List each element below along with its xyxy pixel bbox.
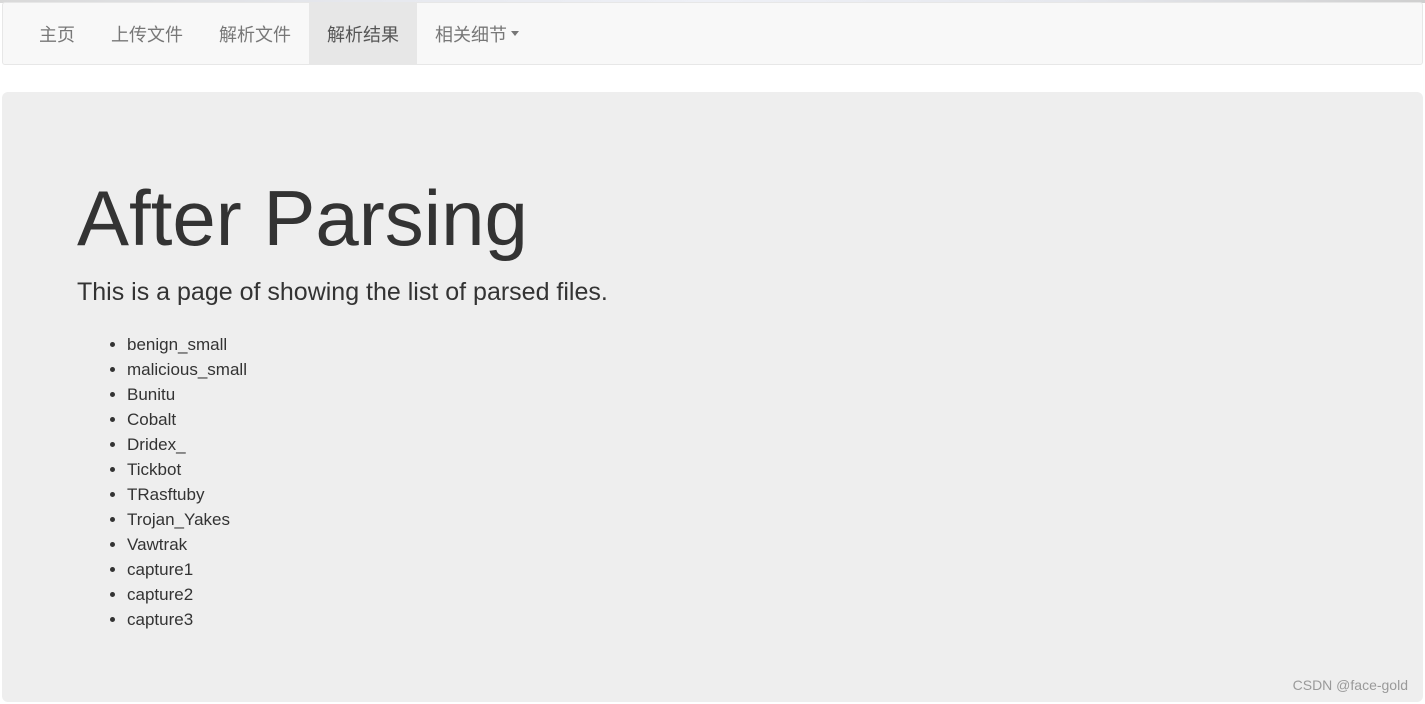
nav-item-home[interactable]: 主页 (21, 3, 93, 64)
jumbotron: After Parsing This is a page of showing … (2, 92, 1423, 702)
list-item: Tickbot (127, 457, 247, 482)
nav-item-results[interactable]: 解析结果 (309, 3, 417, 64)
top-navbar: 主页 上传文件 解析文件 解析结果 相关细节 (2, 2, 1423, 65)
list-item: Trojan_Yakes (127, 507, 247, 532)
list-item: Bunitu (127, 382, 247, 407)
list-item: malicious_small (127, 357, 247, 382)
watermark: CSDN @face-gold (1292, 677, 1408, 693)
nav-item-label: 上传文件 (111, 24, 183, 46)
nav-item-label: 解析文件 (219, 24, 291, 46)
page-lead: This is a page of showing the list of pa… (77, 278, 608, 306)
nav-item-details-dropdown[interactable]: 相关细节 (417, 3, 537, 64)
nav-item-label: 解析结果 (327, 24, 399, 46)
list-item: Dridex_ (127, 432, 247, 457)
list-item: capture1 (127, 557, 247, 582)
list-item: Vawtrak (127, 532, 247, 557)
nav-menu: 主页 上传文件 解析文件 解析结果 相关细节 (3, 3, 1422, 64)
nav-item-parse[interactable]: 解析文件 (201, 3, 309, 64)
list-item: Cobalt (127, 407, 247, 432)
list-item: capture2 (127, 582, 247, 607)
caret-down-icon (511, 31, 519, 36)
parsed-file-list: benign_small malicious_small Bunitu Coba… (77, 332, 247, 632)
list-item: capture3 (127, 607, 247, 632)
list-item: benign_small (127, 332, 247, 357)
nav-item-upload[interactable]: 上传文件 (93, 3, 201, 64)
list-item: TRasftuby (127, 482, 247, 507)
nav-item-label: 主页 (39, 24, 75, 46)
page-title: After Parsing (77, 174, 528, 262)
nav-item-label: 相关细节 (435, 24, 507, 46)
